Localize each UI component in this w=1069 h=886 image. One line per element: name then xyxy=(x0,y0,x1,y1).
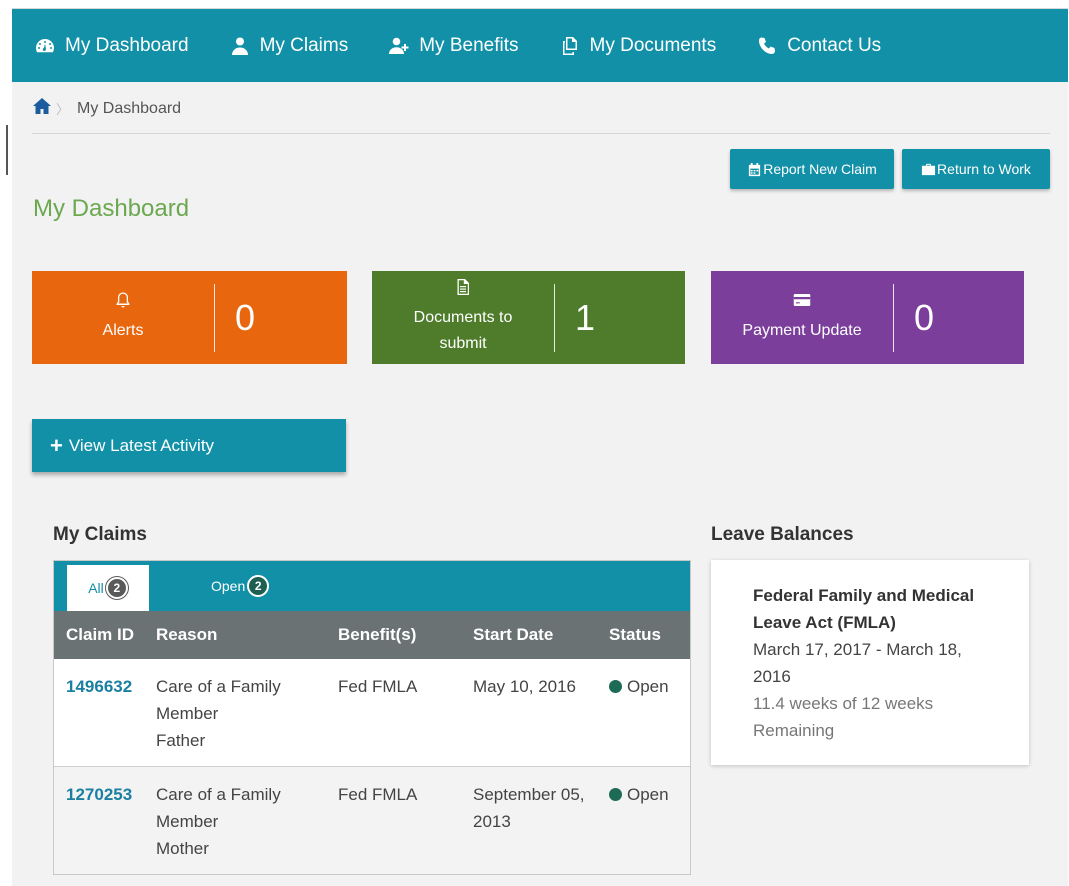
alerts-label: Alerts xyxy=(102,322,144,339)
my-claims-heading: My Claims xyxy=(53,524,147,545)
benefit-cell: Fed FMLA xyxy=(338,677,418,696)
plus-icon: + xyxy=(50,432,63,458)
nav-contact-us[interactable]: Contact Us xyxy=(756,35,881,57)
start-date-line: September 05, xyxy=(473,785,585,804)
alerts-tile[interactable]: Alerts 0 xyxy=(32,271,347,364)
documents-to-submit-tile[interactable]: Documents to submit 1 xyxy=(372,271,685,364)
tile-label-area: Alerts xyxy=(32,291,214,344)
left-edge-marker xyxy=(6,125,8,175)
tile-label-area: Payment Update xyxy=(711,291,893,344)
credit-card-icon xyxy=(793,291,811,318)
documents-icon xyxy=(559,36,581,56)
breadcrumb-current: My Dashboard xyxy=(77,99,182,117)
payment-update-tile[interactable]: Payment Update 0 xyxy=(711,271,1024,364)
table-row: 1496632 Care of a Family Member Father F… xyxy=(54,659,690,767)
nav-label: My Benefits xyxy=(419,34,519,56)
reason-line: Father xyxy=(156,731,206,750)
leave-remaining-line: Remaining xyxy=(753,721,835,740)
leave-dates-line: 2016 xyxy=(753,667,791,686)
reason-line: Care of a Family xyxy=(156,785,281,804)
nav-label: My Dashboard xyxy=(65,34,189,56)
reason-line: Care of a Family xyxy=(156,677,281,696)
return-to-work-button[interactable]: Return to Work xyxy=(902,149,1050,189)
top-navigation: My Dashboard My Claims My Benefits My Do… xyxy=(12,9,1068,82)
tab-all-count-badge: 2 xyxy=(105,577,128,599)
column-status[interactable]: Status xyxy=(597,611,690,659)
reason-line: Mother xyxy=(156,839,209,858)
tile-label-area: Documents to submit xyxy=(372,278,554,357)
calendar-icon xyxy=(749,162,761,176)
tab-open[interactable]: Open 2 xyxy=(211,561,270,611)
nav-label: My Documents xyxy=(589,34,717,56)
column-benefits[interactable]: Benefit(s) xyxy=(326,611,461,659)
documents-count: 1 xyxy=(575,296,596,338)
claim-id-link[interactable]: 1270253 xyxy=(66,785,132,804)
nav-my-claims[interactable]: My Claims xyxy=(229,34,349,57)
home-icon[interactable] xyxy=(32,97,52,120)
tab-open-label: Open xyxy=(211,578,246,594)
leave-name-line: Leave Act (FMLA) xyxy=(753,613,896,632)
status-dot-icon xyxy=(609,680,622,693)
documents-label-line2: submit xyxy=(439,335,487,352)
report-new-claim-button[interactable]: Report New Claim xyxy=(730,149,894,189)
reason-line: Member xyxy=(156,812,219,831)
nav-my-documents[interactable]: My Documents xyxy=(559,34,717,57)
view-latest-activity-button[interactable]: + View Latest Activity xyxy=(32,419,346,472)
user-icon xyxy=(229,36,251,56)
payment-update-count: 0 xyxy=(914,296,935,338)
leave-name-line: Federal Family and Medical xyxy=(753,586,975,605)
table-header-row: Claim ID Reason Benefit(s) Start Date St… xyxy=(54,611,690,659)
phone-icon xyxy=(756,36,778,56)
claims-tabs: All 2 Open 2 xyxy=(54,561,690,611)
bell-icon xyxy=(114,291,132,318)
dashboard-icon xyxy=(34,36,56,56)
tab-all[interactable]: All 2 xyxy=(67,565,149,611)
column-reason[interactable]: Reason xyxy=(144,611,326,659)
claims-panel: All 2 Open 2 Claim ID Reason Benefit(s) … xyxy=(53,560,691,875)
claims-table: Claim ID Reason Benefit(s) Start Date St… xyxy=(54,611,690,874)
payment-update-label: Payment Update xyxy=(742,322,862,339)
nav-label: My Claims xyxy=(259,34,349,56)
leave-remaining-line: 11.4 weeks of 12 weeks xyxy=(753,694,934,713)
breadcrumb: 〉 My Dashboard xyxy=(32,97,181,120)
return-to-work-label: Return to Work xyxy=(937,161,1031,177)
report-new-claim-label: Report New Claim xyxy=(763,161,877,177)
view-latest-activity-label: View Latest Activity xyxy=(68,435,215,455)
table-row: 1270253 Care of a Family Member Mother F… xyxy=(54,766,690,875)
tab-open-count-badge: 2 xyxy=(247,575,270,597)
column-claim-id[interactable]: Claim ID xyxy=(54,611,144,659)
start-date-line: May 10, 2016 xyxy=(473,677,577,696)
page-title: My Dashboard xyxy=(33,195,190,222)
nav-label: Contact Us xyxy=(787,34,882,56)
start-date-line: 2013 xyxy=(473,812,511,831)
column-start-date[interactable]: Start Date xyxy=(461,611,597,659)
app-frame: My Dashboard My Claims My Benefits My Do… xyxy=(12,8,1068,886)
nav-my-dashboard[interactable]: My Dashboard xyxy=(34,35,189,57)
briefcase-icon xyxy=(921,163,936,175)
benefit-cell: Fed FMLA xyxy=(338,785,418,804)
alerts-count: 0 xyxy=(235,296,256,338)
chevron-right-icon: 〉 xyxy=(56,102,70,117)
leave-balance-card: Federal Family and Medical Leave Act (FM… xyxy=(711,560,1029,765)
status-label: Open xyxy=(627,785,669,804)
status-label: Open xyxy=(627,677,669,696)
claim-id-link[interactable]: 1496632 xyxy=(66,677,132,696)
user-plus-icon xyxy=(388,36,410,56)
documents-label-line1: Documents to xyxy=(413,309,513,326)
leave-dates-line: March 17, 2017 - March 18, xyxy=(753,640,962,659)
document-icon xyxy=(454,278,472,305)
status-cell: Open xyxy=(597,659,690,767)
tab-all-label: All xyxy=(88,580,104,596)
nav-my-benefits[interactable]: My Benefits xyxy=(388,34,519,57)
reason-line: Member xyxy=(156,704,219,723)
leave-balances-heading: Leave Balances xyxy=(711,524,854,545)
status-dot-icon xyxy=(609,788,622,801)
breadcrumb-divider xyxy=(32,133,1050,134)
status-cell: Open xyxy=(597,767,690,875)
